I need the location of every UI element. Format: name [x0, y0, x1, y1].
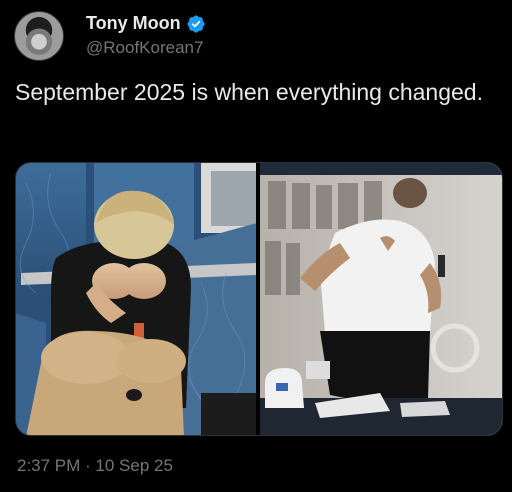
verified-badge-icon: [187, 14, 205, 33]
tweet-text: September 2025 is when everything change…: [15, 79, 483, 105]
tweet-header: Tony Moon @RoofKorean7: [14, 11, 504, 61]
photo-right-image: [260, 163, 502, 435]
name-line: Tony Moon: [86, 13, 206, 34]
photo-right[interactable]: [260, 163, 502, 435]
photo-left[interactable]: [16, 163, 256, 435]
photo-left-image: [16, 163, 256, 435]
avatar[interactable]: [14, 11, 64, 61]
handle[interactable]: @RoofKorean7: [86, 38, 203, 58]
media-grid: [15, 162, 503, 436]
tweet-timestamp[interactable]: 2:37 PM · 10 Sep 25: [17, 456, 173, 476]
display-name[interactable]: Tony Moon: [86, 13, 181, 34]
